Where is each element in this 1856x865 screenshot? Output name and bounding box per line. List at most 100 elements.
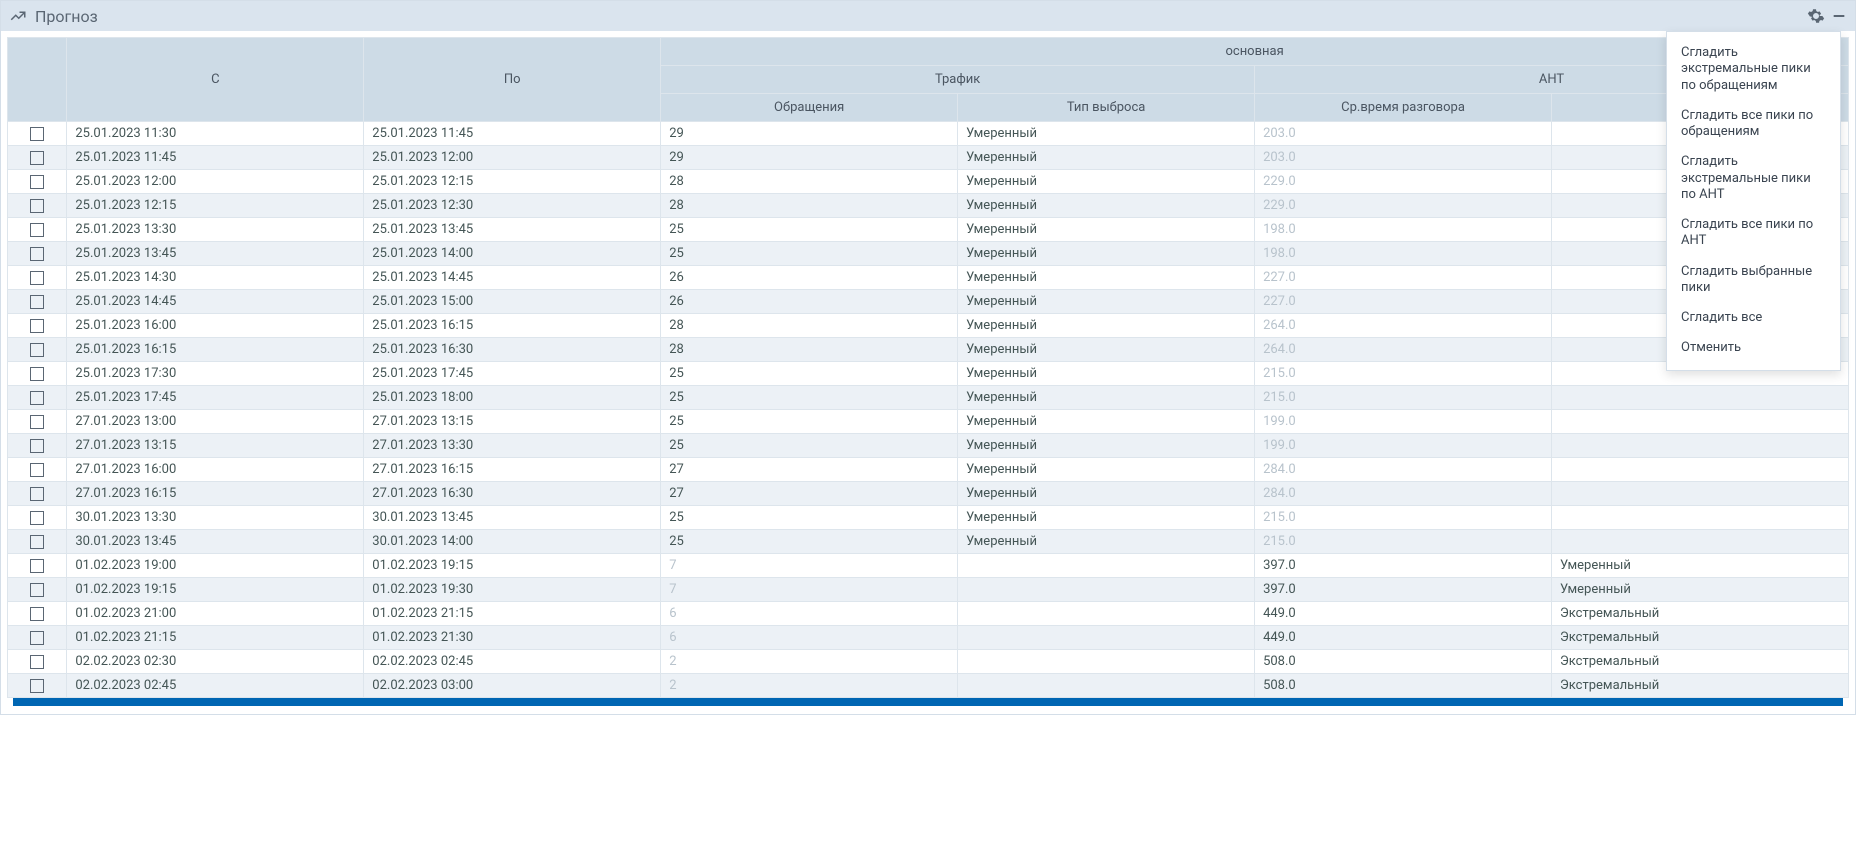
table-row[interactable]: 25.01.2023 12:0025.01.2023 12:1528Умерен… <box>8 170 1849 194</box>
row-checkbox-cell[interactable] <box>8 194 67 218</box>
row-checkbox-cell[interactable] <box>8 674 67 698</box>
table-row[interactable]: 25.01.2023 11:4525.01.2023 12:0029Умерен… <box>8 146 1849 170</box>
row-checkbox-cell[interactable] <box>8 434 67 458</box>
table-row[interactable]: 25.01.2023 17:3025.01.2023 17:4525Умерен… <box>8 362 1849 386</box>
minimize-icon[interactable] <box>1831 8 1847 24</box>
checkbox-icon[interactable] <box>30 559 44 573</box>
checkbox-icon[interactable] <box>30 295 44 309</box>
row-checkbox-cell[interactable] <box>8 362 67 386</box>
menu-item-4[interactable]: Сгладить выбранные пики <box>1667 257 1840 304</box>
checkbox-icon[interactable] <box>30 223 44 237</box>
cell-burst-type-2 <box>1551 458 1848 482</box>
menu-item-1[interactable]: Сгладить все пики по обращениям <box>1667 101 1840 148</box>
row-checkbox-cell[interactable] <box>8 290 67 314</box>
checkbox-icon[interactable] <box>30 535 44 549</box>
bottom-scrollbar[interactable] <box>13 698 1843 706</box>
cell-from: 25.01.2023 13:45 <box>67 242 364 266</box>
table-row[interactable]: 30.01.2023 13:4530.01.2023 14:0025Умерен… <box>8 530 1849 554</box>
checkbox-icon[interactable] <box>30 175 44 189</box>
checkbox-icon[interactable] <box>30 391 44 405</box>
checkbox-icon[interactable] <box>30 343 44 357</box>
col-traffic[interactable]: Трафик <box>661 66 1255 94</box>
checkbox-icon[interactable] <box>30 247 44 261</box>
table-row[interactable]: 01.02.2023 21:0001.02.2023 21:156449.0Эк… <box>8 602 1849 626</box>
cell-burst-type-2 <box>1551 386 1848 410</box>
col-to[interactable]: По <box>364 38 661 122</box>
table-row[interactable]: 25.01.2023 12:1525.01.2023 12:3028Умерен… <box>8 194 1849 218</box>
row-checkbox-cell[interactable] <box>8 122 67 146</box>
row-checkbox-cell[interactable] <box>8 650 67 674</box>
checkbox-icon[interactable] <box>30 679 44 693</box>
row-checkbox-cell[interactable] <box>8 242 67 266</box>
row-checkbox-cell[interactable] <box>8 218 67 242</box>
checkbox-icon[interactable] <box>30 415 44 429</box>
row-checkbox-cell[interactable] <box>8 482 67 506</box>
cell-to: 02.02.2023 03:00 <box>364 674 661 698</box>
table-row[interactable]: 25.01.2023 14:3025.01.2023 14:4526Умерен… <box>8 266 1849 290</box>
table-row[interactable]: 25.01.2023 13:3025.01.2023 13:4525Умерен… <box>8 218 1849 242</box>
menu-item-0[interactable]: Сгладить экстремальные пики по обращения… <box>1667 38 1840 101</box>
col-burst-type[interactable]: Тип выброса <box>958 94 1255 122</box>
row-checkbox-cell[interactable] <box>8 578 67 602</box>
checkbox-icon[interactable] <box>30 655 44 669</box>
row-checkbox-cell[interactable] <box>8 338 67 362</box>
menu-item-2[interactable]: Сгладить экстремальные пики по АНТ <box>1667 147 1840 210</box>
row-checkbox-cell[interactable] <box>8 602 67 626</box>
cell-from: 30.01.2023 13:30 <box>67 506 364 530</box>
cell-burst-type <box>958 602 1255 626</box>
table-row[interactable]: 25.01.2023 16:0025.01.2023 16:1528Умерен… <box>8 314 1849 338</box>
row-checkbox-cell[interactable] <box>8 266 67 290</box>
menu-item-5[interactable]: Сгладить все <box>1667 303 1840 333</box>
table-row[interactable]: 25.01.2023 17:4525.01.2023 18:0025Умерен… <box>8 386 1849 410</box>
checkbox-icon[interactable] <box>30 367 44 381</box>
row-checkbox-cell[interactable] <box>8 314 67 338</box>
table-row[interactable]: 30.01.2023 13:3030.01.2023 13:4525Умерен… <box>8 506 1849 530</box>
row-checkbox-cell[interactable] <box>8 530 67 554</box>
menu-item-3[interactable]: Сгладить все пики по АНТ <box>1667 210 1840 257</box>
checkbox-icon[interactable] <box>30 199 44 213</box>
checkbox-icon[interactable] <box>30 487 44 501</box>
table-row[interactable]: 25.01.2023 11:3025.01.2023 11:4529Умерен… <box>8 122 1849 146</box>
cell-aht: 227.0 <box>1255 266 1552 290</box>
row-checkbox-cell[interactable] <box>8 458 67 482</box>
table-row[interactable]: 25.01.2023 16:1525.01.2023 16:3028Умерен… <box>8 338 1849 362</box>
table-row[interactable]: 27.01.2023 13:1527.01.2023 13:3025Умерен… <box>8 434 1849 458</box>
checkbox-icon[interactable] <box>30 127 44 141</box>
checkbox-icon[interactable] <box>30 439 44 453</box>
table-row[interactable]: 25.01.2023 13:4525.01.2023 14:0025Умерен… <box>8 242 1849 266</box>
table-row[interactable]: 27.01.2023 13:0027.01.2023 13:1525Умерен… <box>8 410 1849 434</box>
row-checkbox-cell[interactable] <box>8 626 67 650</box>
col-avg-talk[interactable]: Ср.время разговора <box>1255 94 1552 122</box>
table-row[interactable]: 01.02.2023 21:1501.02.2023 21:306449.0Эк… <box>8 626 1849 650</box>
row-checkbox-cell[interactable] <box>8 146 67 170</box>
cell-to: 27.01.2023 16:30 <box>364 482 661 506</box>
col-requests[interactable]: Обращения <box>661 94 958 122</box>
cell-burst-type-2: Умеренный <box>1551 554 1848 578</box>
table-row[interactable]: 01.02.2023 19:0001.02.2023 19:157397.0Ум… <box>8 554 1849 578</box>
table-row[interactable]: 02.02.2023 02:3002.02.2023 02:452508.0Эк… <box>8 650 1849 674</box>
table-row[interactable]: 27.01.2023 16:0027.01.2023 16:1527Умерен… <box>8 458 1849 482</box>
table-row[interactable]: 01.02.2023 19:1501.02.2023 19:307397.0Ум… <box>8 578 1849 602</box>
checkbox-icon[interactable] <box>30 271 44 285</box>
menu-item-6[interactable]: Отменить <box>1667 333 1840 363</box>
col-from[interactable]: С <box>67 38 364 122</box>
row-checkbox-cell[interactable] <box>8 386 67 410</box>
table-row[interactable]: 02.02.2023 02:4502.02.2023 03:002508.0Эк… <box>8 674 1849 698</box>
row-checkbox-cell[interactable] <box>8 410 67 434</box>
checkbox-icon[interactable] <box>30 583 44 597</box>
cell-from: 27.01.2023 16:15 <box>67 482 364 506</box>
table-row[interactable]: 27.01.2023 16:1527.01.2023 16:3027Умерен… <box>8 482 1849 506</box>
checkbox-icon[interactable] <box>30 607 44 621</box>
row-checkbox-cell[interactable] <box>8 170 67 194</box>
checkbox-icon[interactable] <box>30 631 44 645</box>
checkbox-icon[interactable] <box>30 463 44 477</box>
checkbox-icon[interactable] <box>30 511 44 525</box>
checkbox-icon[interactable] <box>30 319 44 333</box>
checkbox-icon[interactable] <box>30 151 44 165</box>
cell-burst-type: Умеренный <box>958 530 1255 554</box>
row-checkbox-cell[interactable] <box>8 506 67 530</box>
row-checkbox-cell[interactable] <box>8 554 67 578</box>
table-row[interactable]: 25.01.2023 14:4525.01.2023 15:0026Умерен… <box>8 290 1849 314</box>
gear-icon[interactable] <box>1807 7 1825 25</box>
cell-from: 25.01.2023 12:15 <box>67 194 364 218</box>
